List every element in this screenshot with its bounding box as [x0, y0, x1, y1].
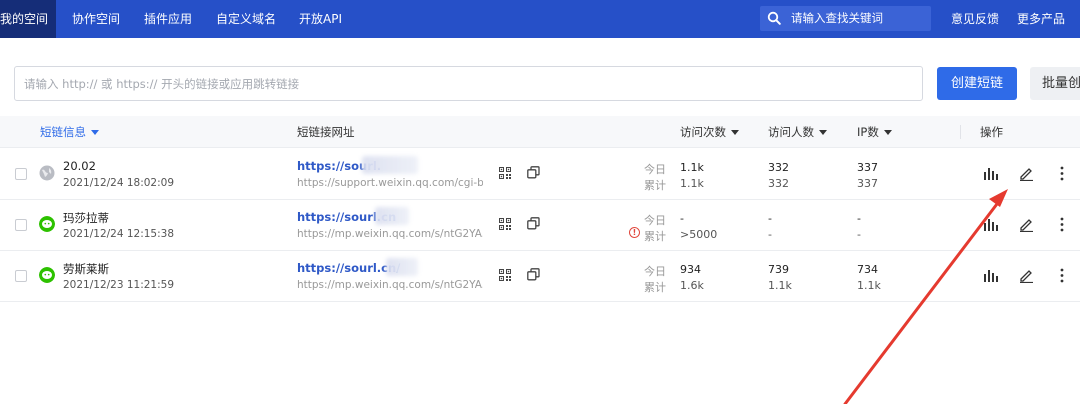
annotation-arrow — [843, 189, 1008, 404]
